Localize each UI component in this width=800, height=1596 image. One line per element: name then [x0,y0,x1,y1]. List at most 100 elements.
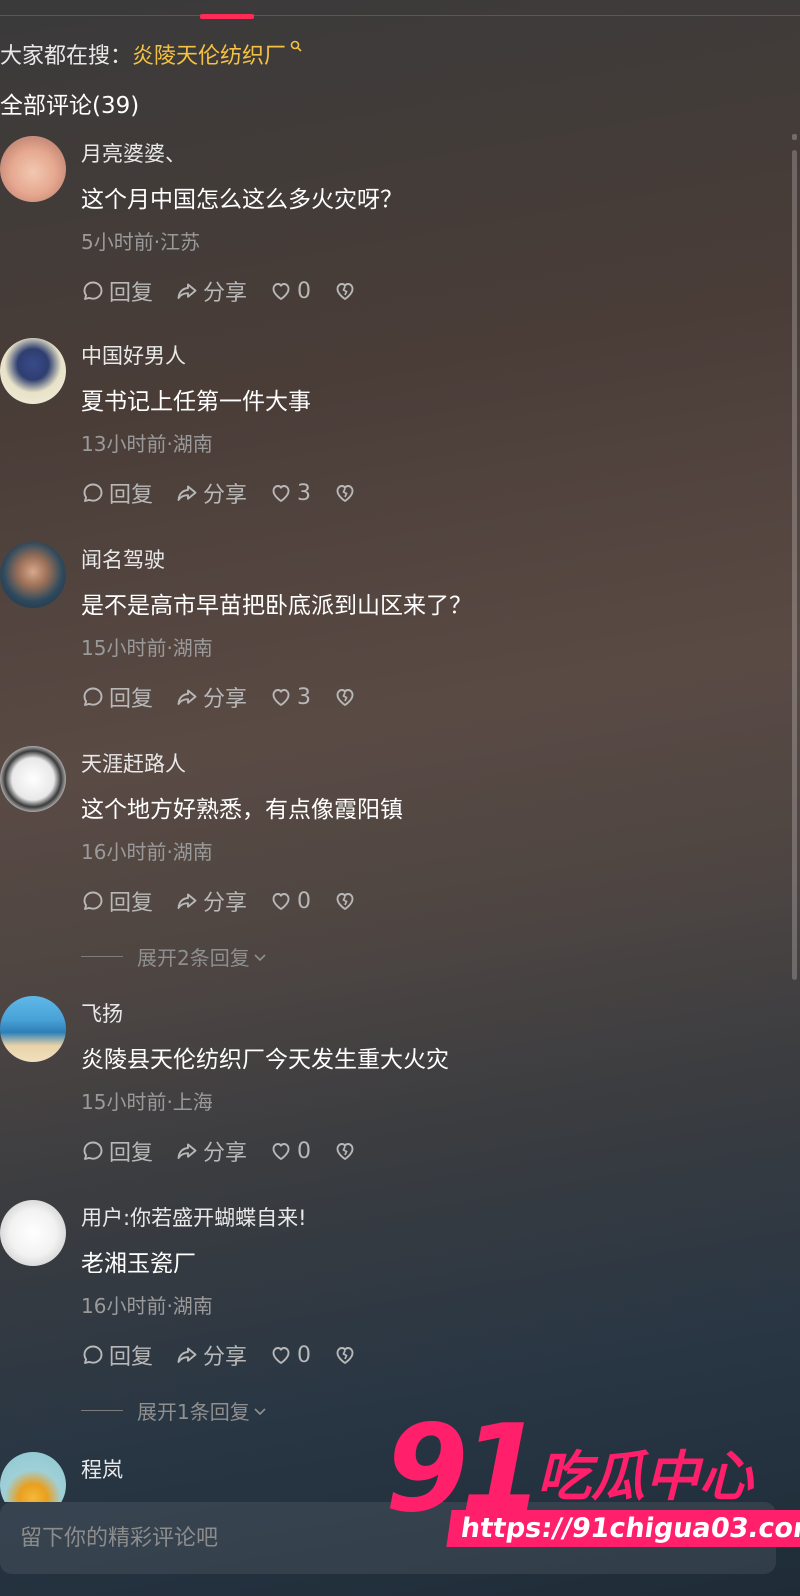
search-suggestion-prefix: 大家都在搜： [0,44,133,69]
like-button[interactable]: 0 [269,279,311,304]
like-count: 0 [297,278,312,304]
like-button[interactable]: 0 [269,1139,311,1164]
search-suggestion[interactable]: 大家都在搜：炎陵天伦纺织厂 [0,38,302,70]
share-button[interactable]: 分享 [175,681,247,713]
share-button[interactable]: 分享 [175,275,247,307]
share-label: 分享 [203,891,248,916]
watermark-text: 吃瓜中心 [537,1445,753,1508]
comment-icon [83,281,103,300]
scrollbar[interactable] [792,150,797,980]
comment-author[interactable]: 月亮婆婆、 [81,138,186,168]
expand-replies-button[interactable]: 展开2条回复 [81,942,268,971]
comment-actions: 回复 分享 0 [81,886,379,916]
comment-text: 是不是高市早苗把卧底派到山区来了？ [81,593,472,619]
share-label: 分享 [203,483,248,508]
watermark-logo: 91 吃瓜中心 https://91chigua03.com [385,1410,800,1570]
reply-button[interactable]: 回复 [81,885,153,917]
share-button[interactable]: 分享 [175,1339,247,1371]
reply-label: 回复 [109,891,154,916]
like-count: 3 [297,480,312,506]
broken-heart-icon [336,1347,354,1364]
reply-label: 回复 [109,687,154,712]
comment-item: 闻名驾驶 是不是高市早苗把卧底派到山区来了？ 15小时前·湖南 回复 分享 3 [0,542,780,722]
like-button[interactable]: 0 [269,889,311,914]
tab-indicator [200,14,254,19]
share-icon [177,1347,197,1363]
share-button[interactable]: 分享 [175,885,247,917]
broken-heart-icon [336,1143,354,1160]
comment-icon [83,891,103,910]
comment-meta: 15小时前·上海 [81,1090,213,1114]
comment-author[interactable]: 天涯赶路人 [81,748,186,778]
share-icon [177,893,197,909]
avatar[interactable] [0,1452,66,1502]
dislike-button[interactable] [333,481,357,505]
comment-author[interactable]: 中国好男人 [81,340,186,370]
comment-meta: 5小时前·江苏 [81,230,201,254]
reply-button[interactable]: 回复 [81,275,153,307]
search-suggestion-keyword[interactable]: 炎陵天伦纺织厂 [132,44,286,69]
like-button[interactable]: 3 [269,481,311,506]
avatar[interactable] [0,542,66,608]
comment-item: 中国好男人 夏书记上任第一件大事 13小时前·湖南 回复 分享 3 [0,338,780,518]
like-button[interactable]: 0 [269,1343,311,1368]
broken-heart-icon [336,689,354,706]
comment-meta: 13小时前·湖南 [81,432,213,456]
comment-text: 老湘玉瓷厂 [81,1251,196,1277]
dislike-button[interactable] [333,279,357,303]
comment-actions: 回复 分享 0 [81,1340,379,1370]
share-icon [177,283,197,299]
comment-icon [83,1141,103,1160]
comment-author[interactable]: 飞扬 [81,998,123,1028]
comment-actions: 回复 分享 3 [81,478,379,508]
comment-meta: 15小时前·湖南 [81,636,213,660]
heart-icon [272,689,290,706]
comment-meta: 16小时前·湖南 [81,840,213,864]
heart-icon [272,893,290,910]
reply-label: 回复 [109,483,154,508]
comment-item: 飞扬 炎陵县天伦纺织厂今天发生重大火灾 15小时前·上海 回复 分享 0 [0,996,780,1176]
like-count: 0 [297,1342,312,1368]
dislike-button[interactable] [333,889,357,913]
comment-text: 这个月中国怎么这么多火灾呀？ [81,187,403,213]
broken-heart-icon [336,283,354,300]
share-button[interactable]: 分享 [175,1135,247,1167]
reply-button[interactable]: 回复 [81,1135,153,1167]
comment-author[interactable]: 程岚 [81,1454,123,1484]
dislike-button[interactable] [333,1139,357,1163]
search-icon [290,40,302,52]
expand-replies-label: 展开1条回复 [137,1400,250,1424]
avatar[interactable] [0,136,66,202]
share-icon [177,1143,197,1159]
avatar[interactable] [0,338,66,404]
like-count: 0 [297,888,312,914]
reply-button[interactable]: 回复 [81,1339,153,1371]
comment-meta: 16小时前·湖南 [81,1294,213,1318]
like-button[interactable]: 3 [269,685,311,710]
expand-replies-button[interactable]: 展开1条回复 [81,1396,268,1425]
heart-icon [272,1143,290,1160]
expand-divider [81,956,123,957]
avatar[interactable] [0,746,66,812]
share-label: 分享 [203,1345,248,1370]
comment-author[interactable]: 闻名驾驶 [81,544,165,574]
avatar[interactable] [0,996,66,1062]
comment-author[interactable]: 用户:你若盛开蝴蝶自来! [81,1202,307,1232]
reply-button[interactable]: 回复 [81,681,153,713]
avatar[interactable] [0,1200,66,1266]
dislike-button[interactable] [333,1343,357,1367]
dislike-button[interactable] [333,685,357,709]
chevron-down-icon [254,1407,266,1415]
comment-item: 月亮婆婆、 这个月中国怎么这么多火灾呀？ 5小时前·江苏 回复 分享 0 [0,136,780,316]
comment-icon [83,687,103,706]
share-label: 分享 [203,687,248,712]
reply-button[interactable]: 回复 [81,477,153,509]
heart-icon [272,1347,290,1364]
comment-item: 天涯赶路人 这个地方好熟悉，有点像霞阳镇 16小时前·湖南 回复 分享 0 展开… [0,746,780,976]
comment-actions: 回复 分享 0 [81,1136,379,1166]
comment-actions: 回复 分享 3 [81,682,379,712]
comment-icon [83,483,103,502]
share-button[interactable]: 分享 [175,477,247,509]
share-icon [177,485,197,501]
comment-text: 炎陵县天伦纺织厂今天发生重大火灾 [81,1047,449,1073]
